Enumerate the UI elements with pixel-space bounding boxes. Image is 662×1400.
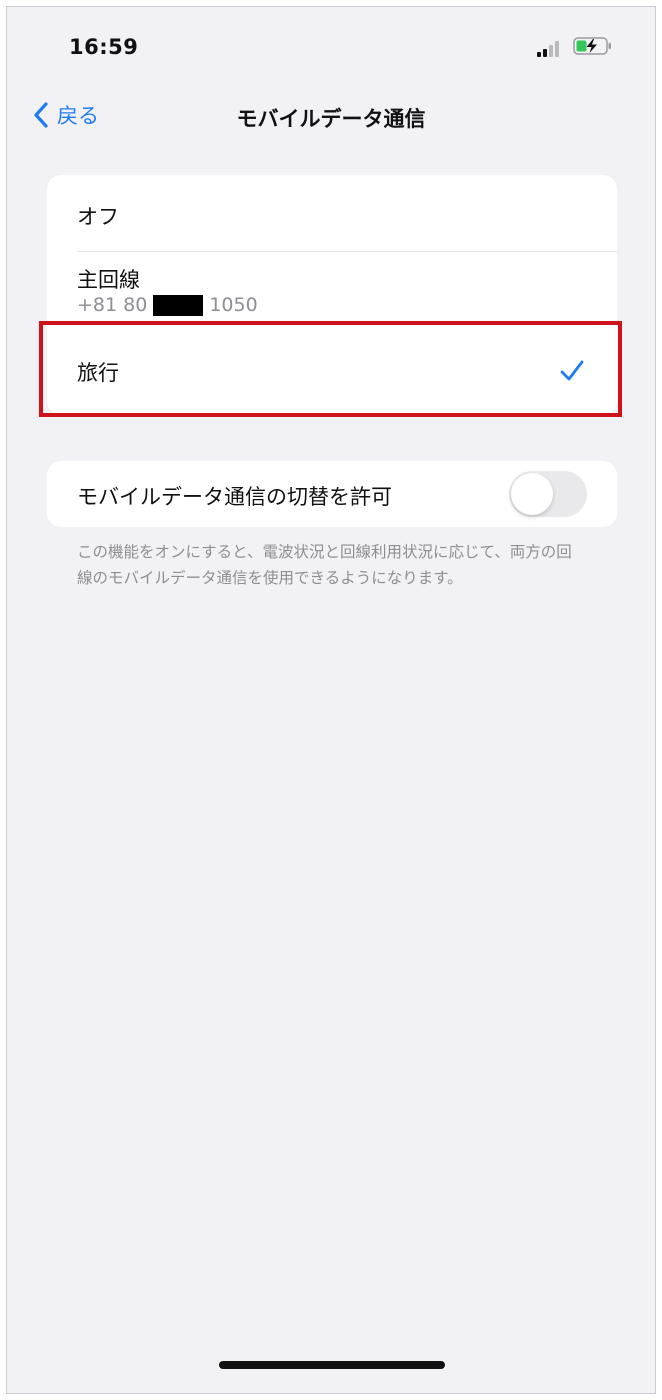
list-item-off[interactable]: オフ <box>47 175 617 251</box>
cellular-signal-icon <box>537 39 563 57</box>
line-options-list: オフ 主回線 +81 80 1050 旅行 <box>47 175 617 415</box>
checkmark-icon <box>560 360 584 381</box>
list-item-travel[interactable]: 旅行 <box>47 325 617 415</box>
data-switching-label: モバイルデータ通信の切替を許可 <box>77 485 392 509</box>
phone-number-prefix: +81 80 <box>77 294 148 316</box>
back-button-label: 戻る <box>57 104 99 128</box>
status-bar: 16:59 <box>7 7 655 87</box>
data-switching-group: モバイルデータ通信の切替を許可 <box>47 461 617 527</box>
phone-number: +81 80 1050 <box>77 294 258 316</box>
home-indicator[interactable] <box>219 1361 445 1369</box>
list-item-label: 旅行 <box>77 361 119 385</box>
status-time: 16:59 <box>69 35 139 59</box>
data-switching-row: モバイルデータ通信の切替を許可 <box>47 461 617 527</box>
list-item-label: オフ <box>77 205 119 229</box>
phone-screen: 16:59 モバイルデータ通信 戻る オフ 主回線 +81 80 1050 旅行… <box>6 6 656 1394</box>
list-item-primary-line[interactable]: 主回線 +81 80 1050 <box>47 252 617 324</box>
chevron-left-icon <box>34 102 48 128</box>
page-title: モバイルデータ通信 <box>236 107 426 131</box>
data-switching-toggle[interactable] <box>509 471 587 517</box>
phone-number-suffix: 1050 <box>209 294 258 316</box>
footnote-text: この機能をオンにすると、電波状況と回線利用状況に応じて、両方の回線のモバイルデー… <box>77 543 572 587</box>
redacted-block <box>153 294 204 316</box>
battery-charging-icon <box>573 37 611 55</box>
list-item-label: 主回線 <box>77 268 140 292</box>
back-button[interactable]: 戻る <box>33 97 99 133</box>
navigation-bar: モバイルデータ通信 戻る <box>7 87 655 143</box>
toggle-knob <box>511 473 553 515</box>
